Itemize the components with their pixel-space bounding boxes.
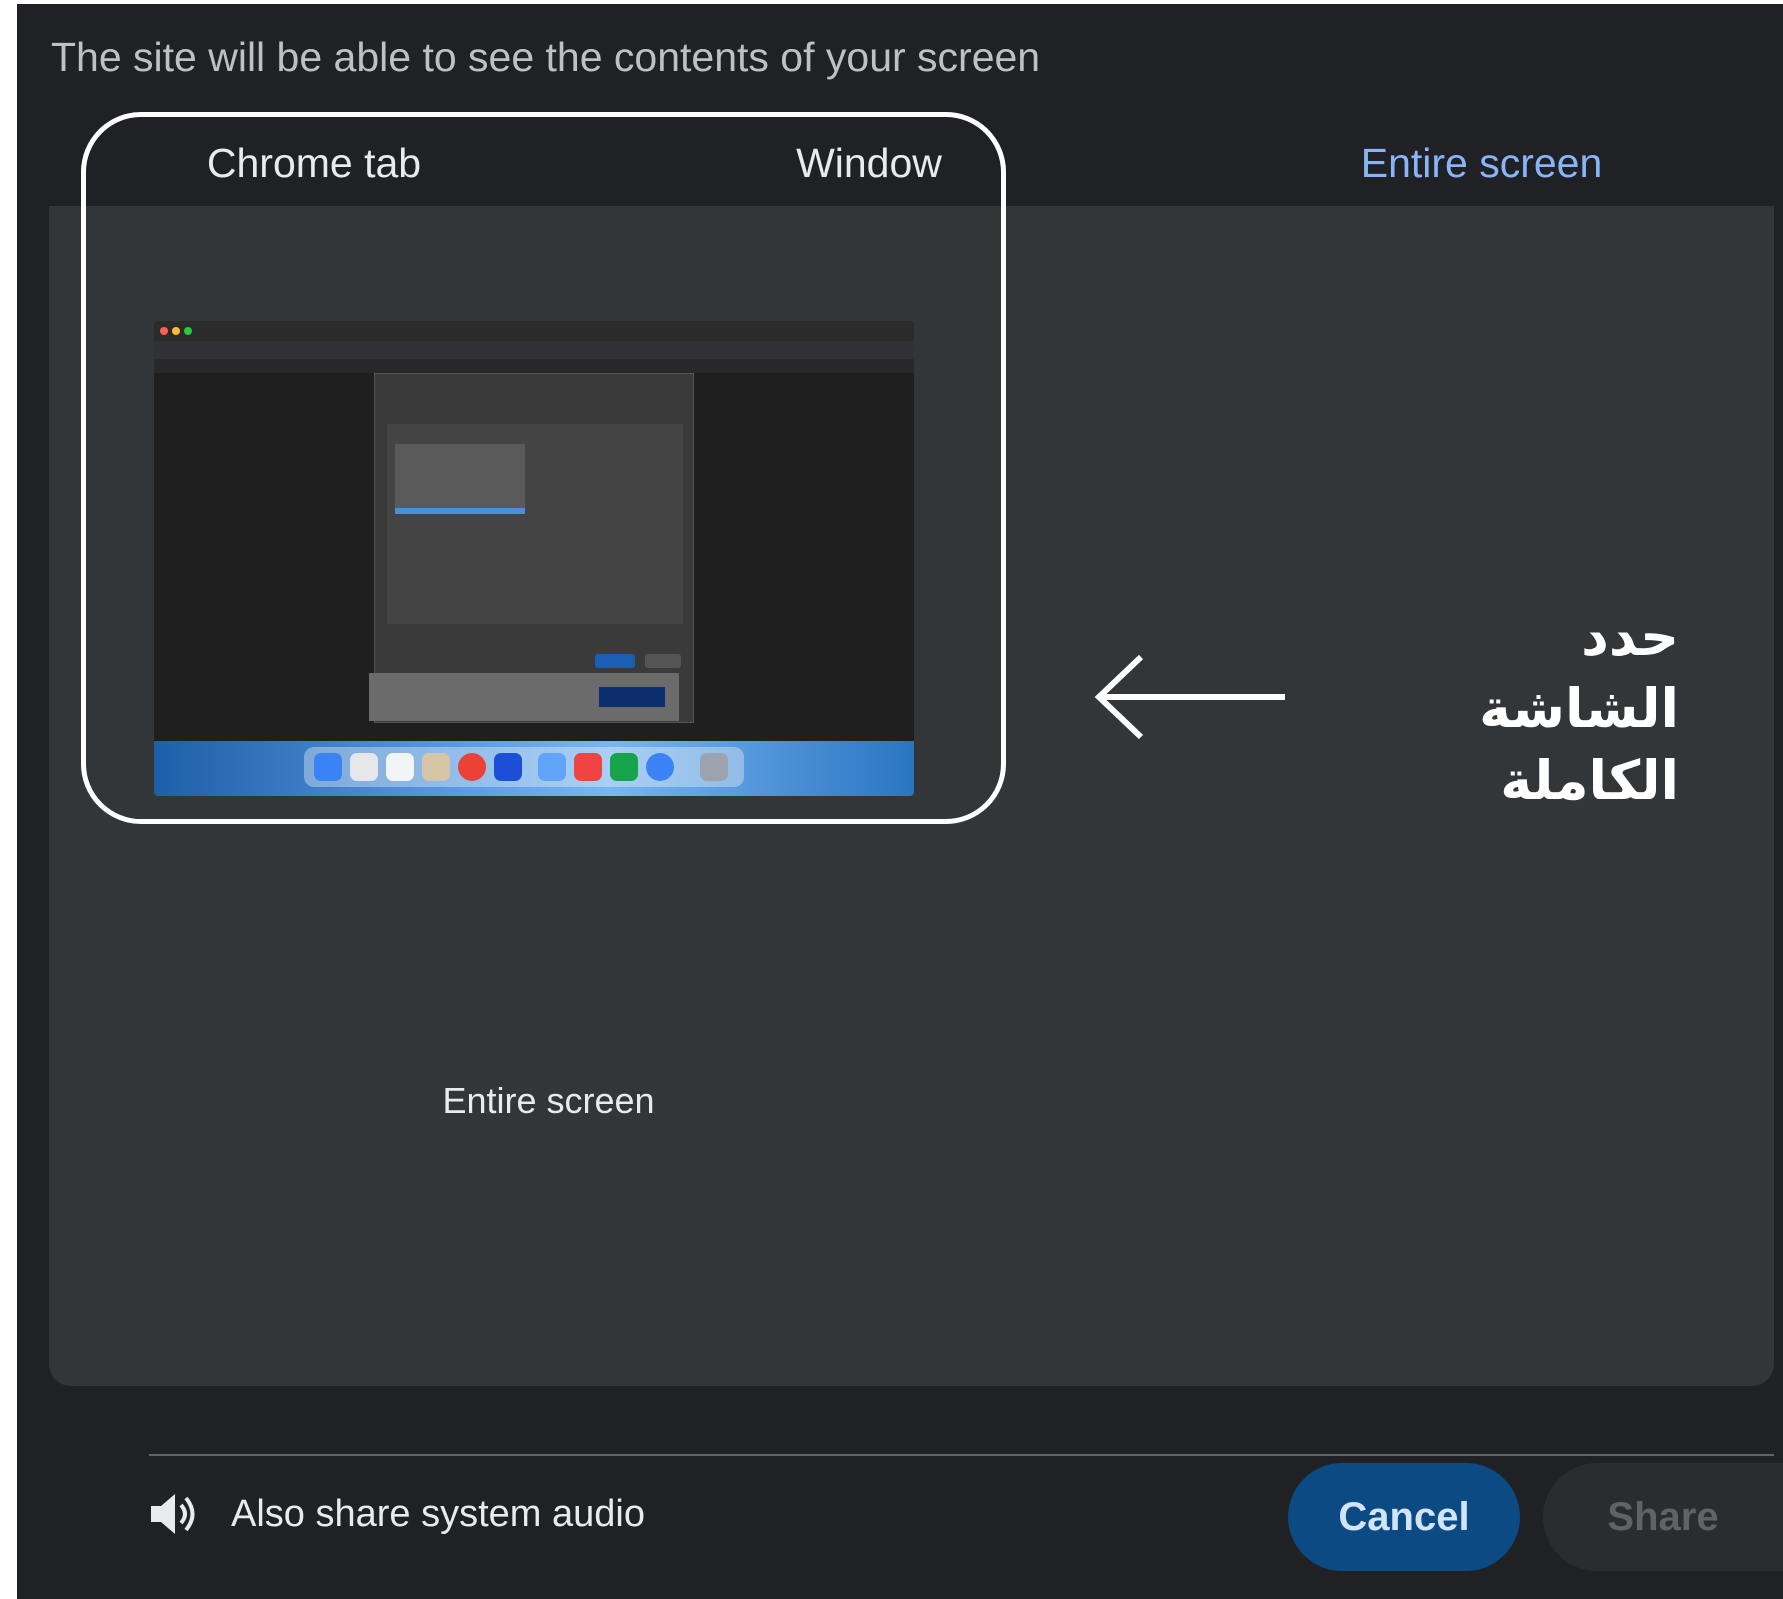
thumbnail-share-button <box>645 654 681 668</box>
thumbnail-dock <box>154 741 914 796</box>
source-panel: Entire screen حدد الشاشة الكاملة Also sh… <box>49 206 1774 1539</box>
thumbnail-mini-preview <box>395 444 525 514</box>
close-dot-icon <box>160 327 168 335</box>
photos-icon <box>574 753 602 781</box>
thumbnail-bookmarks-bar <box>154 359 914 373</box>
screen-share-dialog: The site will be able to see the content… <box>17 4 1783 1599</box>
numbers-icon <box>610 753 638 781</box>
annotation-line: حدد <box>1581 605 1679 668</box>
app-icon <box>494 753 522 781</box>
trash-icon <box>700 753 728 781</box>
source-tabs: Chrome tab Window Entire screen <box>49 114 1774 214</box>
contacts-icon <box>422 753 450 781</box>
tab-entire-screen[interactable]: Entire screen <box>1189 114 1774 212</box>
tab-window[interactable]: Window <box>609 114 1129 212</box>
entire-screen-thumbnail[interactable] <box>154 321 914 796</box>
launchpad-icon <box>350 753 378 781</box>
speaker-icon <box>151 1494 195 1534</box>
annotation-line: الشاشة <box>1479 677 1679 740</box>
thumbnail-popup <box>369 673 679 721</box>
tab-chrome-tab[interactable]: Chrome tab <box>49 114 579 212</box>
thumbnail-popup-button <box>599 687 665 707</box>
thumbnail-cancel-button <box>595 654 635 668</box>
chrome-icon <box>458 753 486 781</box>
thumbnail-label: Entire screen <box>442 1080 655 1121</box>
divider <box>149 1454 1774 1456</box>
thumbnail-address-bar <box>154 341 914 359</box>
safari-icon <box>646 753 674 781</box>
maximize-dot-icon <box>184 327 192 335</box>
system-audio-label: Also share system audio <box>231 1493 645 1535</box>
cancel-button[interactable]: Cancel <box>1288 1463 1520 1571</box>
arabic-annotation: حدد الشاشة الكاملة <box>1379 601 1679 817</box>
annotation-line: الكاملة <box>1500 749 1679 812</box>
dialog-subtitle: The site will be able to see the content… <box>51 34 1041 80</box>
thumbnail-title-bar <box>154 321 914 341</box>
left-arrow-icon <box>1094 654 1285 740</box>
share-button[interactable]: Share <box>1543 1463 1783 1571</box>
minimize-dot-icon <box>172 327 180 335</box>
calendar-icon <box>386 753 414 781</box>
system-audio-row: Also share system audio <box>149 1481 1774 1547</box>
finder-icon <box>314 753 342 781</box>
finder-window-icon <box>538 753 566 781</box>
thumbnail-share-dialog <box>374 373 694 723</box>
